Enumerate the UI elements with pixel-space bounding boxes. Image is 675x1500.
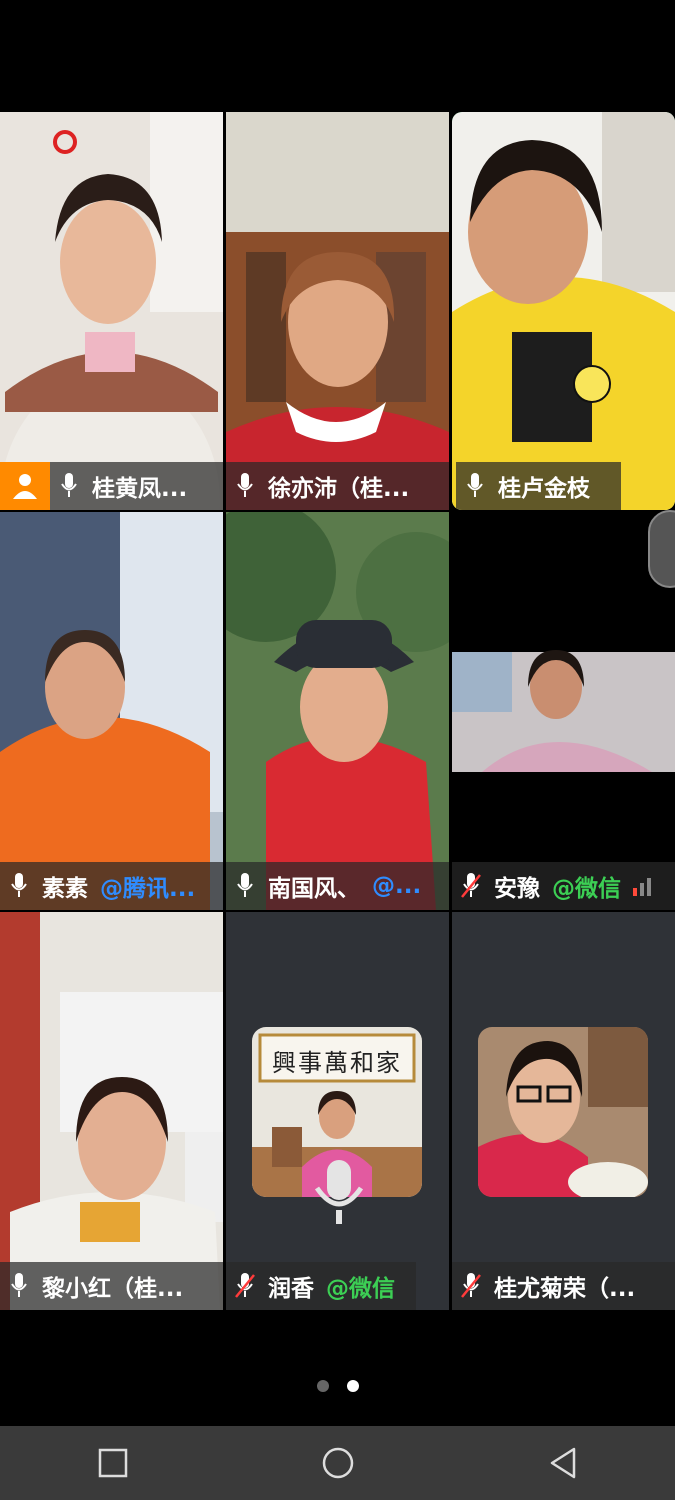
floating-side-handle[interactable] (648, 510, 675, 588)
participant-tile[interactable]: 桂黄凤... (0, 112, 223, 510)
microphone-icon (0, 1262, 38, 1310)
microphone-muted-icon (452, 862, 490, 910)
participant-tile-active-speaker[interactable]: 桂卢金枝 (452, 112, 675, 510)
participant-tile-video-off[interactable]: 興事萬和家 润香 @微信 (226, 912, 449, 1310)
video-feed (0, 512, 223, 910)
page-indicator[interactable] (0, 1380, 675, 1392)
system-navigation-bar (0, 1426, 675, 1500)
video-feed (0, 112, 223, 510)
avatar-sign-text: 興事萬和家 (272, 1049, 402, 1077)
microphone-icon (456, 462, 494, 510)
video-feed (452, 112, 675, 510)
participant-name: 徐亦沛（桂... (268, 476, 410, 502)
participant-name: 黎小红（桂... (42, 1276, 184, 1302)
video-feed (452, 512, 675, 910)
video-feed (226, 512, 449, 910)
microphone-icon (314, 1160, 364, 1224)
participant-label: 素素 @腾讯... (0, 862, 223, 910)
participant-label: 桂卢金枝 (456, 462, 621, 510)
video-feed (0, 912, 223, 1310)
microphone-icon (0, 862, 38, 910)
home-circle-icon (322, 1447, 353, 1479)
participant-name: 桂尤菊荣（... (494, 1276, 636, 1302)
back-triangle-icon (550, 1447, 575, 1479)
page-dot[interactable] (316, 1380, 329, 1392)
participant-label: 徐亦沛（桂... (226, 462, 449, 510)
participant-label: 桂尤菊荣（... (452, 1262, 675, 1310)
host-badge (0, 462, 50, 510)
microphone-icon (226, 462, 264, 510)
participant-source-tag: @微信 (552, 876, 621, 902)
page-dot-active[interactable] (346, 1380, 359, 1392)
participant-name: 南国风、 (268, 876, 360, 902)
microphone-muted-icon (452, 1262, 490, 1310)
participant-label: 黎小红（桂... (0, 1262, 223, 1310)
video-feed (226, 112, 449, 510)
home-button[interactable] (308, 1433, 368, 1493)
participant-label: 南国风、 @... (226, 862, 449, 910)
video-grid: 桂黄凤... 徐亦沛（桂... 桂卢金枝 素素 @腾讯... 南国风、 @...… (0, 112, 675, 1312)
participant-tile[interactable]: 徐亦沛（桂... (226, 112, 449, 510)
participant-name: 桂卢金枝 (498, 476, 590, 502)
participant-source-tag: @微信 (326, 1276, 395, 1302)
participant-label: 桂黄凤... (0, 462, 223, 510)
person-icon (13, 474, 37, 499)
signal-strength-icon (633, 878, 651, 896)
recents-square-icon (98, 1448, 127, 1478)
participant-tile[interactable]: 安豫 @微信 (452, 512, 675, 910)
participant-source-tag: @腾讯... (100, 876, 196, 902)
participant-name: 安豫 (494, 876, 540, 902)
microphone-muted-icon (226, 1262, 264, 1310)
participant-label: 安豫 @微信 (452, 862, 675, 910)
participant-tile[interactable]: 南国风、 @... (226, 512, 449, 910)
participant-source-tag: @... (372, 873, 422, 899)
participant-name: 润香 (268, 1276, 314, 1302)
microphone-icon (50, 462, 88, 510)
participant-tile[interactable]: 黎小红（桂... (0, 912, 223, 1310)
microphone-icon (226, 862, 264, 910)
recents-button[interactable] (83, 1433, 143, 1493)
participant-avatar (478, 1027, 648, 1197)
participant-name: 桂黄凤... (92, 476, 188, 502)
back-button[interactable] (533, 1433, 593, 1493)
participant-tile-video-off[interactable]: 桂尤菊荣（... (452, 912, 675, 1310)
participant-tile[interactable]: 素素 @腾讯... (0, 512, 223, 910)
participant-label: 润香 @微信 (226, 1262, 416, 1310)
participant-name: 素素 (42, 876, 88, 902)
